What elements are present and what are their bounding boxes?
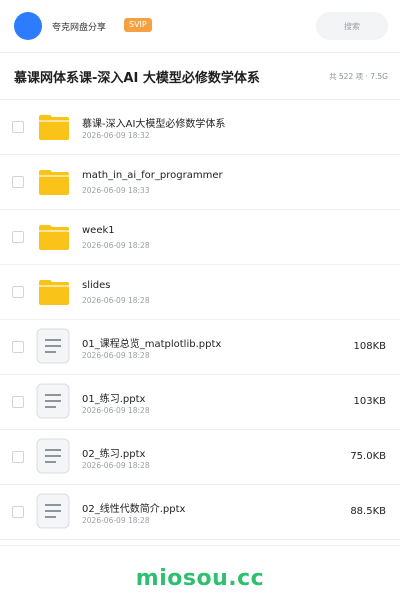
checkbox[interactable] bbox=[12, 451, 24, 463]
file-size: 75.0KB bbox=[350, 451, 386, 462]
file-name: 01_课程总览_matplotlib.pptx bbox=[82, 339, 222, 350]
list-item[interactable]: slides 2026-06-09 18:28 bbox=[0, 265, 400, 320]
file-date: 2026-06-09 18:28 bbox=[82, 516, 150, 525]
folder-icon bbox=[39, 170, 69, 195]
checkbox[interactable] bbox=[12, 506, 24, 518]
file-size: 103KB bbox=[353, 396, 386, 407]
watermark: miosou.cc bbox=[135, 566, 265, 591]
folder-header: 慕课网体系课-深入AI 大模型必修数学体系 共 522 项 · 7.5G bbox=[0, 53, 400, 100]
list-item[interactable]: 01_课程总览_matplotlib.pptx 2026-06-09 18:28… bbox=[0, 320, 400, 375]
file-list: 慕课-深入AI大模型必修数学体系 2026-06-09 18:32 math_i… bbox=[0, 100, 400, 540]
list-item[interactable]: 慕课-深入AI大模型必修数学体系 2026-06-09 18:32 bbox=[0, 100, 400, 155]
checkbox[interactable] bbox=[12, 396, 24, 408]
file-date: 2026-06-09 18:28 bbox=[82, 241, 150, 250]
file-size: 88.5KB bbox=[350, 506, 386, 517]
file-name: 慕课-深入AI大模型必修数学体系 bbox=[82, 119, 226, 130]
top-bar: 夸克网盘分享 SVIP 搜索 bbox=[0, 0, 400, 53]
file-name: 02_线性代数简介.pptx bbox=[82, 504, 186, 515]
checkbox[interactable] bbox=[12, 176, 24, 188]
file-date: 2026-06-09 18:28 bbox=[82, 406, 150, 415]
svip-badge: SVIP bbox=[124, 18, 152, 32]
file-name: slides bbox=[82, 280, 111, 291]
document-icon bbox=[36, 493, 70, 529]
file-date: 2026-06-09 18:28 bbox=[82, 351, 150, 360]
folder-icon bbox=[39, 115, 69, 140]
file-name: math_in_ai_for_programmer bbox=[82, 170, 223, 181]
file-date: 2026-06-09 18:28 bbox=[82, 461, 150, 470]
avatar[interactable] bbox=[14, 12, 42, 40]
search-button[interactable]: 搜索 bbox=[316, 12, 388, 40]
file-date: 2026-06-09 18:32 bbox=[82, 131, 150, 140]
folder-icon bbox=[39, 280, 69, 305]
checkbox[interactable] bbox=[12, 231, 24, 243]
checkbox[interactable] bbox=[12, 286, 24, 298]
document-icon bbox=[36, 328, 70, 364]
file-date: 2026-06-09 18:28 bbox=[82, 296, 150, 305]
list-item[interactable]: 02_练习.pptx 2026-06-09 18:28 75.0KB bbox=[0, 430, 400, 485]
list-item[interactable]: 02_线性代数简介.pptx 2026-06-09 18:28 88.5KB bbox=[0, 485, 400, 540]
folder-title: 慕课网体系课-深入AI 大模型必修数学体系 bbox=[14, 71, 260, 86]
list-item[interactable]: math_in_ai_for_programmer 2026-06-09 18:… bbox=[0, 155, 400, 210]
file-name: week1 bbox=[82, 225, 115, 236]
username: 夸克网盘分享 bbox=[52, 23, 107, 33]
checkbox[interactable] bbox=[12, 341, 24, 353]
list-item[interactable]: 01_练习.pptx 2026-06-09 18:28 103KB bbox=[0, 375, 400, 430]
file-size: 108KB bbox=[353, 341, 386, 352]
file-name: 02_练习.pptx bbox=[82, 449, 146, 460]
file-name: 01_练习.pptx bbox=[82, 394, 146, 405]
file-date: 2026-06-09 18:33 bbox=[82, 186, 150, 195]
checkbox[interactable] bbox=[12, 121, 24, 133]
footer: miosou.cc bbox=[0, 545, 400, 601]
list-item[interactable]: week1 2026-06-09 18:28 bbox=[0, 210, 400, 265]
folder-icon bbox=[39, 225, 69, 250]
document-icon bbox=[36, 383, 70, 419]
document-icon bbox=[36, 438, 70, 474]
folder-meta: 共 522 项 · 7.5G bbox=[329, 72, 388, 81]
